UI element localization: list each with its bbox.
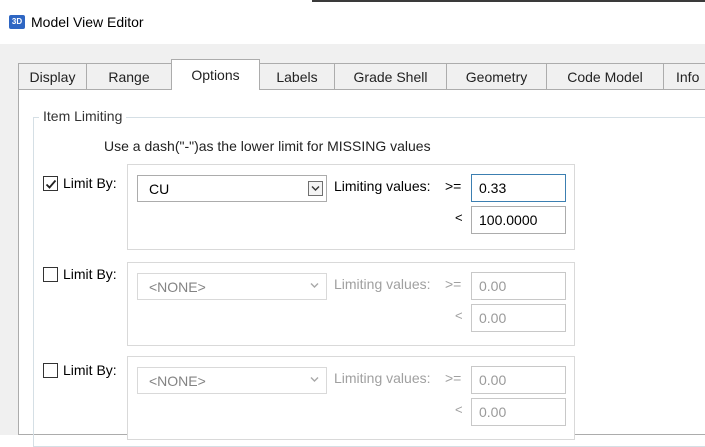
limit-by-label-1: Limit By: [63,175,117,191]
lt-symbol: < [455,308,463,323]
tab-range[interactable]: Range [86,63,172,89]
checkbox-box[interactable] [43,267,58,282]
checkmark-icon [45,179,57,189]
chevron-down-icon[interactable] [308,181,323,196]
gte-symbol: >= [445,276,462,292]
limit-panel-3: <NONE> Limiting values: >= 0.00 < 0.00 [127,356,575,440]
gte-symbol: >= [445,178,462,194]
limit-by-label-2: Limit By: [63,266,117,282]
lower-limit-input-3[interactable]: 0.00 [471,366,566,394]
lt-symbol: < [455,210,463,225]
missing-values-hint: Use a dash("-")as the lower limit for MI… [104,138,431,154]
app-3d-icon: 3D [9,15,25,29]
combo-value: <NONE> [149,373,206,389]
limit-field-combo-3[interactable]: <NONE> [137,367,327,394]
limit-field-combo-2[interactable]: <NONE> [137,273,327,300]
window-title: Model View Editor [31,14,144,30]
combo-value: <NONE> [149,279,206,295]
limit-panel-2: <NONE> Limiting values: >= 0.00 < 0.00 [127,262,575,346]
lower-limit-input-2[interactable]: 0.00 [471,272,566,300]
combo-value: CU [149,181,170,197]
tab-geometry[interactable]: Geometry [446,63,547,89]
lt-symbol: < [455,402,463,417]
chevron-down-icon[interactable] [308,279,323,294]
upper-limit-input-2[interactable]: 0.00 [471,304,566,332]
tab-grade-shell[interactable]: Grade Shell [334,63,447,89]
checkbox-box[interactable] [43,176,58,191]
upper-limit-input-1[interactable]: 100.0000 [471,206,566,234]
tab-strip: Display Range Options Labels Grade Shell… [18,59,705,90]
checkbox-box[interactable] [43,363,58,378]
tab-display[interactable]: Display [18,63,87,89]
limit-field-combo-1[interactable]: CU [137,175,327,202]
limiting-values-label: Limiting values: [334,276,431,292]
limiting-values-label: Limiting values: [334,178,431,194]
tab-code-model[interactable]: Code Model [546,63,664,89]
lower-limit-input-1[interactable]: 0.33 [471,174,566,202]
upper-limit-input-3[interactable]: 0.00 [471,398,566,426]
limiting-values-label: Limiting values: [334,370,431,386]
chevron-down-icon[interactable] [308,373,323,388]
item-limiting-label: Item Limiting [39,108,127,124]
limit-by-label-3: Limit By: [63,362,117,378]
tab-options[interactable]: Options [171,59,260,90]
background-window-edge [312,0,705,2]
gte-symbol: >= [445,370,462,386]
limit-panel-1: CU Limiting values: >= 0.33 < 100.0000 [127,164,575,250]
tab-labels[interactable]: Labels [259,63,335,89]
title-bar: 3D Model View Editor [0,0,705,44]
tab-info[interactable]: Info [663,63,705,89]
